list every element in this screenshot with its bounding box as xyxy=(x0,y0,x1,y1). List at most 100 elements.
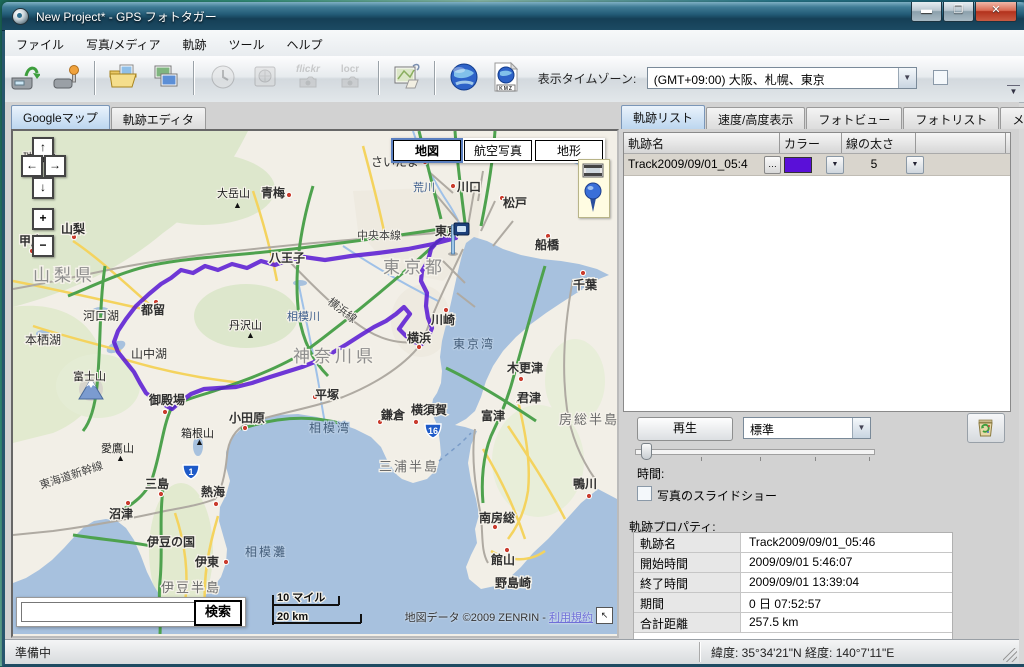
import-track-device-icon[interactable] xyxy=(6,59,42,97)
playback-speed-select[interactable]: 標準 ▼ xyxy=(743,417,871,439)
property-value: Track2009/09/01_05:46 xyxy=(741,533,952,552)
property-key: 期間 xyxy=(634,593,741,612)
map-label: 松戸 xyxy=(503,195,527,210)
track-panel: 軌跡リスト速度/高度表示フォトビューフォトリストメディアリスト 軌跡名カラー線の… xyxy=(621,102,1019,639)
svg-text:▲: ▲ xyxy=(233,200,242,210)
status-bar: 準備中 緯度: 35°34'21"N 経度: 140°7'11"E xyxy=(5,639,1019,664)
maximize-button[interactable]: ❐ xyxy=(943,2,974,22)
map-label: 伊豆の国 xyxy=(146,534,195,549)
pan-down-button[interactable]: ↓ xyxy=(32,177,54,199)
rename-ellipsis-button[interactable]: … xyxy=(764,156,781,174)
app-window: New Project* - GPS フォトタガー ▬ ❐ ✕ ファイル写真/メ… xyxy=(2,2,1024,667)
menu-item-0[interactable]: ファイル xyxy=(5,30,75,56)
map-label: 東京都 xyxy=(383,258,446,277)
timezone-select[interactable]: (GMT+09:00) 大阪、札幌、東京 ▼ xyxy=(647,67,917,89)
map-label: 川崎 xyxy=(430,312,455,327)
slideshow-checkbox[interactable] xyxy=(637,486,652,501)
minimize-button[interactable]: ▬ xyxy=(911,2,942,22)
search-button[interactable]: 検索 xyxy=(194,600,242,626)
menu-bar: ファイル写真/メディア軌跡ツールヘルプ xyxy=(5,30,1024,57)
export-kmz-icon[interactable]: KMZ xyxy=(488,59,524,97)
width-dropdown-button[interactable]: ▼ xyxy=(906,156,924,174)
menu-item-4[interactable]: ヘルプ xyxy=(276,30,334,56)
map-canvas[interactable]: ▲▲▲▲ 116 さいたま荒川川口松戸青梅大岳山瑞牆山山梨甲府山梨県中央本線東京… xyxy=(11,129,619,638)
property-row-1: 開始時間2009/09/01 5:46:07 xyxy=(634,553,952,573)
slideshow-label: 写真のスライドショー xyxy=(657,487,777,504)
line-width-value: 5 xyxy=(846,157,902,171)
map-type-0[interactable]: 地図 xyxy=(393,140,461,161)
map-label: 三島 xyxy=(145,476,169,491)
column-header-3[interactable] xyxy=(916,133,1006,153)
map-label: 平塚 xyxy=(315,388,339,402)
tab-left-1[interactable]: 軌跡エディタ xyxy=(111,107,206,129)
track-properties-table: 軌跡名Track2009/09/01_05:46開始時間2009/09/01 5… xyxy=(633,532,953,642)
add-media-icon[interactable] xyxy=(148,59,184,97)
title-bar[interactable]: New Project* - GPS フォトタガー ▬ ❐ ✕ xyxy=(2,2,1024,31)
tab-right-0[interactable]: 軌跡リスト xyxy=(621,105,705,129)
location-pin-icon[interactable] xyxy=(585,183,601,212)
svg-text:KMZ: KMZ xyxy=(499,86,513,92)
playback-slider-thumb[interactable] xyxy=(641,443,652,460)
status-text: 準備中 xyxy=(15,644,51,661)
property-key: 開始時間 xyxy=(634,553,741,572)
map-label: 相模川 xyxy=(287,310,320,323)
summer-time-checkbox[interactable] xyxy=(933,70,948,85)
locr-upload-icon[interactable]: locr xyxy=(332,59,368,97)
map-type-1[interactable]: 航空写真 xyxy=(464,140,532,161)
pan-right-button[interactable]: → xyxy=(44,155,66,177)
track-list-row[interactable]: Track2009/09/01_05:4 … ▼ 5 ▼ xyxy=(624,154,1010,176)
flickr-upload-icon[interactable]: flickr xyxy=(290,59,326,97)
svg-text:1: 1 xyxy=(188,467,193,477)
open-project-icon[interactable] xyxy=(105,59,141,97)
svg-text:locr: locr xyxy=(341,64,359,75)
tab-right-4[interactable]: メディアリスト xyxy=(1000,107,1024,129)
toolbar-overflow-icon[interactable]: ▼ xyxy=(1007,85,1020,99)
export-photo-map-icon[interactable] xyxy=(389,59,425,97)
playback-slider-track[interactable] xyxy=(635,449,875,455)
column-header-0[interactable]: 軌跡名 xyxy=(624,133,780,153)
play-button[interactable]: 再生 xyxy=(637,417,733,441)
map-image[interactable]: ▲▲▲▲ 116 さいたま荒川川口松戸青梅大岳山瑞牆山山梨甲府山梨県中央本線東京… xyxy=(13,131,617,634)
chevron-down-icon[interactable]: ▼ xyxy=(898,68,916,88)
map-type-2[interactable]: 地形 xyxy=(535,140,603,161)
menu-item-1[interactable]: 写真/メディア xyxy=(75,30,172,56)
delete-track-button[interactable] xyxy=(967,413,1005,443)
map-label: 八王子 xyxy=(268,251,305,265)
map-corner-button[interactable]: ↖ xyxy=(596,607,613,624)
column-header-2[interactable]: 線の太さ xyxy=(842,133,916,153)
google-earth-icon[interactable] xyxy=(446,59,482,97)
media-marker-icon[interactable] xyxy=(583,164,603,177)
map-label: 熱海 xyxy=(201,484,225,499)
color-dropdown-button[interactable]: ▼ xyxy=(826,156,844,174)
chevron-down-icon[interactable]: ▼ xyxy=(852,418,870,438)
track-color-swatch[interactable] xyxy=(784,157,812,173)
column-header-1[interactable]: カラー xyxy=(780,133,842,153)
device-settings-icon[interactable] xyxy=(48,59,84,97)
search-input[interactable] xyxy=(21,602,197,622)
pan-left-button[interactable]: ← xyxy=(21,155,43,177)
svg-text:10 マイル: 10 マイル xyxy=(277,591,325,604)
tab-right-2[interactable]: フォトビュー xyxy=(806,107,902,129)
zoom-in-button[interactable]: + xyxy=(32,208,54,230)
content-area: Googleマップ軌跡エディタ xyxy=(5,102,1019,639)
map-label: 富士山 xyxy=(73,369,106,383)
property-value: 2009/09/01 5:46:07 xyxy=(741,553,952,572)
map-label: 東京湾 xyxy=(453,336,495,351)
map-label: 本栖湖 xyxy=(25,332,61,347)
map-label: 山中湖 xyxy=(131,346,167,361)
menu-item-3[interactable]: ツール xyxy=(218,30,276,56)
property-value: 257.5 km xyxy=(741,613,952,632)
tab-right-3[interactable]: フォトリスト xyxy=(903,107,999,129)
tab-right-1[interactable]: 速度/高度表示 xyxy=(706,107,805,129)
zoom-out-button[interactable]: − xyxy=(32,235,54,257)
close-button[interactable]: ✕ xyxy=(975,2,1017,22)
clock-sync-icon[interactable] xyxy=(205,59,241,97)
tab-left-0[interactable]: Googleマップ xyxy=(11,105,110,129)
marker-palette xyxy=(578,159,610,218)
menu-item-2[interactable]: 軌跡 xyxy=(172,30,218,56)
timezone-label: 表示タイムゾーン: xyxy=(538,70,637,87)
terms-link[interactable]: 利用規約 xyxy=(549,612,593,624)
playback-speed-value: 標準 xyxy=(744,418,852,438)
resize-grip[interactable] xyxy=(1003,648,1017,662)
upload-service-icon[interactable] xyxy=(247,59,283,97)
